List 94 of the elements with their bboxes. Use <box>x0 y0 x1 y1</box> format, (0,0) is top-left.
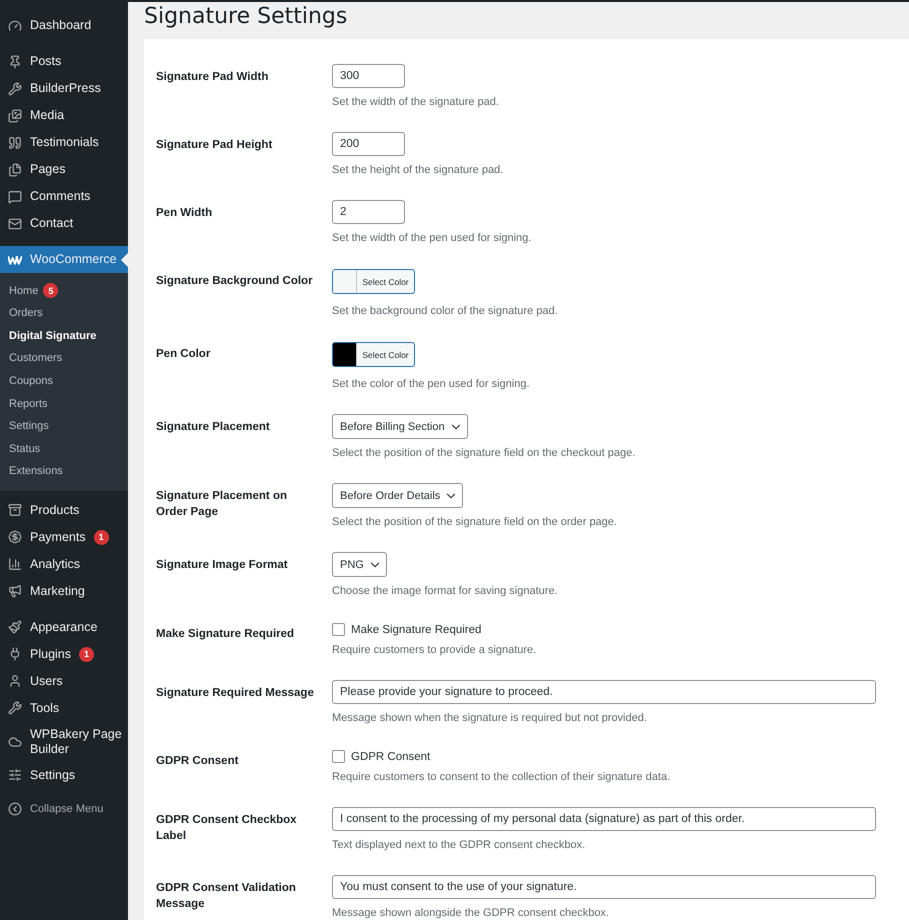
setting-label: Signature Required Message <box>156 686 315 701</box>
checkbox[interactable] <box>332 750 345 763</box>
wrench-icon <box>8 82 22 96</box>
speech-bubble-icon <box>8 190 22 204</box>
menu-item[interactable]: Appearance <box>0 614 128 641</box>
submenu-item[interactable]: Home 5 <box>0 279 128 302</box>
dropdown-select[interactable]: PNG <box>332 552 387 577</box>
submenu-item[interactable]: Reports <box>0 392 128 415</box>
page-title: Signature Settings <box>144 3 348 31</box>
setting-label: Signature Background Color <box>156 274 314 289</box>
woo-logo-icon <box>8 254 22 264</box>
setting-label: GDPR Consent <box>156 754 240 769</box>
menu-item[interactable]: Tools <box>0 694 128 722</box>
menu-item[interactable]: Users <box>0 668 128 695</box>
setting-label: Signature Placement <box>156 420 271 435</box>
wrench-icon <box>8 701 22 716</box>
input-field[interactable]: You must consent to the use of your signature. <box>332 875 876 899</box>
paintbrush-icon <box>8 620 22 634</box>
sliders-icon <box>8 768 22 782</box>
submenu-item[interactable]: Coupons <box>0 370 128 392</box>
setting-label: Signature Pad Height <box>156 138 274 153</box>
cloud-icon <box>8 734 22 749</box>
menu-item[interactable]: Pages <box>0 156 128 183</box>
select-color-button[interactable]: Select Color <box>332 269 415 294</box>
submenu-item[interactable]: Customers <box>0 347 128 370</box>
checkbox-label: Make Signature Required <box>351 624 482 636</box>
setting-description: Require customers to provide a signature. <box>332 643 536 658</box>
setting-label: Signature Pad Width <box>156 70 270 85</box>
setting-description: Set the width of the signature pad. <box>332 95 499 110</box>
envelope-icon <box>8 216 22 230</box>
setting-description: Choose the image format for saving signature. <box>332 584 558 599</box>
input-field[interactable]: Please provide your signature to proceed. <box>332 680 876 704</box>
count-badge: 5 <box>43 283 58 298</box>
input-field[interactable]: I consent to the processing of my personal data (signature) as part of this order. <box>332 807 876 831</box>
menu-item[interactable]: Testimonials <box>0 129 128 156</box>
input-field[interactable]: 300 <box>332 64 405 88</box>
user-icon <box>8 674 22 688</box>
pages-icon <box>8 162 22 176</box>
setting-description: Set the width of the pen used for signing. <box>332 231 532 246</box>
megaphone-icon <box>8 584 22 598</box>
menu-item[interactable]: Comments <box>0 183 128 210</box>
setting-label: Pen Color <box>156 347 212 362</box>
dropdown-select[interactable]: Before Billing Section <box>332 414 468 439</box>
submenu-item[interactable]: Digital Signature <box>0 324 128 348</box>
menu-item[interactable]: Payments 1 <box>0 524 128 551</box>
select-color-button[interactable]: Select Color <box>332 342 415 367</box>
dashboard-icon <box>8 18 22 32</box>
setting-description: Set the height of the signature pad. <box>332 163 504 178</box>
menu-item[interactable]: Posts <box>0 48 128 75</box>
menu-item[interactable]: Analytics <box>0 550 128 578</box>
menu-item[interactable]: Contact <box>0 210 128 237</box>
menu-item[interactable]: Dashboard <box>0 12 128 39</box>
setting-description: Select the position of the signature field on the checkout page. <box>332 446 636 461</box>
collapse-menu-link[interactable]: Collapse Menu <box>0 798 128 820</box>
menu-item[interactable]: WooCommerce <box>0 246 128 273</box>
menu-item[interactable]: Products <box>0 496 128 524</box>
menu-item[interactable]: Settings <box>0 762 128 789</box>
setting-label: GDPR Consent Checkbox Label <box>156 813 298 844</box>
setting-description: Message shown when the signature is required but not provided. <box>332 711 647 726</box>
checkbox[interactable] <box>332 623 345 636</box>
menu-item[interactable]: Media <box>0 102 128 129</box>
submenu-item[interactable]: Extensions <box>0 460 128 483</box>
setting-description: Set the background color of the signature pad. <box>332 304 558 319</box>
quote-icon <box>8 136 22 150</box>
setting-description: Select the position of the signature field on the order page. <box>332 515 617 530</box>
images-icon <box>8 108 22 122</box>
input-field[interactable]: 200 <box>332 132 405 156</box>
menu-item[interactable]: Marketing <box>0 578 128 605</box>
plug-icon <box>8 647 22 662</box>
menu-item[interactable]: BuilderPress <box>0 75 128 102</box>
setting-label: Signature Image Format <box>156 558 289 573</box>
count-badge: 1 <box>79 646 94 662</box>
submenu-item[interactable]: Orders <box>0 302 128 325</box>
collapse-icon <box>8 802 22 816</box>
checkbox-label: GDPR Consent <box>351 750 430 762</box>
submenu-item[interactable]: Status <box>0 438 128 460</box>
dollar-icon <box>8 530 22 544</box>
setting-label: GDPR Consent Validation Message <box>156 881 297 912</box>
setting-label: Make Signature Required <box>156 627 296 642</box>
pin-icon <box>8 54 22 68</box>
count-badge: 1 <box>94 530 109 545</box>
menu-item[interactable]: WPBakery Page Builder <box>0 722 128 762</box>
setting-label: Pen Width <box>156 206 214 221</box>
setting-description: Text displayed next to the GDPR consent checkbox. <box>332 838 586 853</box>
bar-chart-icon <box>8 557 22 572</box>
menu-item[interactable]: Plugins 1 <box>0 640 128 668</box>
archive-box-icon <box>8 503 22 518</box>
setting-description: Message shown alongside the GDPR consent checkbox. <box>332 906 609 920</box>
input-field[interactable]: 2 <box>332 200 405 224</box>
setting-label: Signature Placement on Order Page <box>156 489 288 520</box>
setting-description: Set the color of the pen used for signing. <box>332 377 530 392</box>
submenu-item[interactable]: Settings <box>0 414 128 438</box>
setting-description: Require customers to consent to the collection of their signature data. <box>332 770 670 785</box>
dropdown-select[interactable]: Before Order Details <box>332 483 464 508</box>
